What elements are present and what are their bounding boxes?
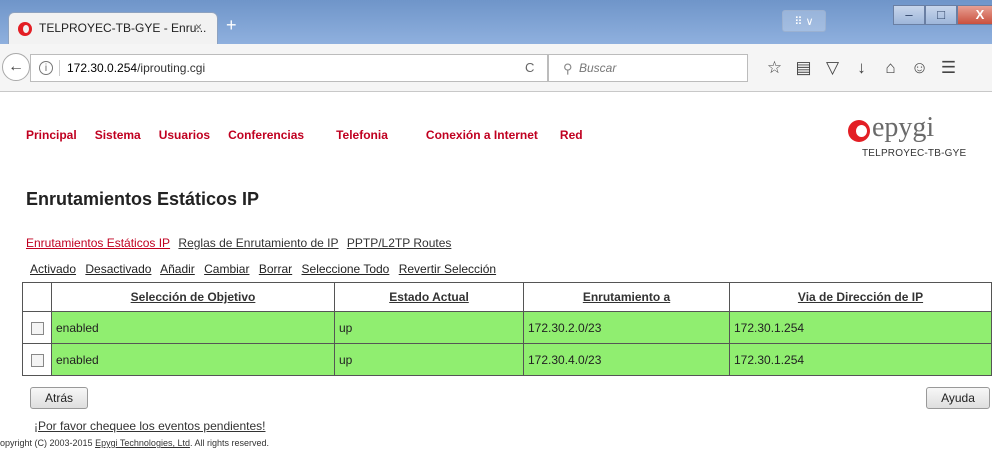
table-row: enabled up 172.30.4.0/23 172.30.1.254: [22, 343, 992, 376]
download-icon[interactable]: ↓: [847, 55, 876, 81]
home-icon[interactable]: ⌂: [876, 55, 905, 81]
change-link[interactable]: Cambiar: [204, 262, 249, 276]
main-menu: Principal Sistema Usuarios Conferencias …: [26, 128, 583, 142]
row-checkbox-cell: [22, 311, 52, 344]
activate-link[interactable]: Activado: [30, 262, 76, 276]
toolbar-icons: ☆ ▤ ▽ ↓ ⌂ ☺ ☰: [760, 55, 963, 81]
routes-table: Selección de Objetivo Estado Actual Enru…: [22, 282, 992, 376]
delete-link[interactable]: Borrar: [259, 262, 292, 276]
column-header-state[interactable]: Estado Actual: [334, 282, 524, 312]
table-header-row: Selección de Objetivo Estado Actual Enru…: [22, 282, 992, 312]
address-bar[interactable]: i 172.30.0.254/iprouting.cgi C: [30, 54, 548, 82]
cell-state: up: [334, 311, 524, 344]
menu-item-red[interactable]: Red: [560, 128, 583, 142]
column-header-target[interactable]: Selección de Objetivo: [51, 282, 335, 312]
url-text: 172.30.0.254/iprouting.cgi: [67, 61, 205, 75]
subtab-bar: Enrutamientos Estáticos IP Reglas de Enr…: [26, 236, 456, 250]
revert-selection-link[interactable]: Revertir Selección: [399, 262, 496, 276]
menu-item-telefonia[interactable]: Telefonia: [336, 128, 388, 142]
logo-text: epygi: [872, 112, 935, 143]
url-separator: [59, 60, 60, 76]
epygi-logo: epygi TELPROYEC-TB-GYE: [848, 112, 988, 164]
menu-icon[interactable]: ☰: [934, 55, 963, 81]
tab-title: TELPROYEC-TB-GYE - Enru...: [39, 21, 207, 35]
cell-state: up: [334, 343, 524, 376]
search-bar[interactable]: ⚲ Buscar: [548, 54, 748, 82]
tab-static-routes[interactable]: Enrutamientos Estáticos IP: [26, 236, 170, 250]
copyright-footer: opyright (C) 2003-2015 Epygi Technologie…: [0, 438, 269, 448]
epygi-favicon-icon: [18, 22, 32, 36]
new-tab-button[interactable]: +: [226, 16, 237, 34]
back-arrow-icon[interactable]: ←: [2, 53, 30, 81]
row-checkbox[interactable]: [30, 321, 44, 335]
tab-routing-rules[interactable]: Reglas de Enrutamiento de IP: [178, 236, 338, 250]
reload-icon[interactable]: C: [525, 60, 534, 75]
navigation-toolbar: ← i 172.30.0.254/iprouting.cgi C ⚲ Busca…: [0, 44, 992, 92]
column-header-route-to[interactable]: Enrutamiento a: [523, 282, 730, 312]
browser-tab[interactable]: TELPROYEC-TB-GYE - Enru... ×: [8, 12, 218, 44]
copyright-suffix: . All rights reserved.: [189, 438, 269, 448]
url-host: 172.30.0.254: [67, 61, 138, 75]
pocket-icon[interactable]: ▽: [818, 55, 847, 81]
checkbox-header: [22, 282, 52, 312]
menu-item-principal[interactable]: Principal: [26, 128, 77, 142]
row-checkbox[interactable]: [30, 353, 44, 367]
smiley-icon[interactable]: ☺: [905, 55, 934, 81]
copyright-prefix: opyright (C) 2003-2015: [0, 438, 96, 448]
table-row: enabled up 172.30.2.0/23 172.30.1.254: [22, 311, 992, 344]
help-button[interactable]: Ayuda: [926, 387, 990, 409]
url-path: /iprouting.cgi: [137, 61, 206, 75]
company-link[interactable]: Epygi Technologies, Ltd: [95, 438, 190, 448]
tab-pptp-l2tp-routes[interactable]: PPTP/L2TP Routes: [347, 236, 452, 250]
info-icon[interactable]: i: [39, 61, 53, 75]
cell-target: enabled: [51, 311, 335, 344]
action-links: Activado Desactivado Añadir Cambiar Borr…: [30, 262, 502, 276]
page-title: Enrutamientos Estáticos IP: [26, 189, 260, 209]
cell-gateway: 172.30.1.254: [729, 311, 992, 344]
menu-item-sistema[interactable]: Sistema: [95, 128, 141, 142]
cell-target: enabled: [51, 343, 335, 376]
epygi-logo-icon: [848, 120, 870, 142]
add-link[interactable]: Añadir: [160, 262, 195, 276]
menu-item-conferencias[interactable]: Conferencias: [228, 128, 304, 142]
device-name: TELPROYEC-TB-GYE: [862, 148, 967, 159]
cell-route-to: 172.30.2.0/23: [523, 311, 730, 344]
reading-list-icon[interactable]: ▤: [789, 55, 818, 81]
row-checkbox-cell: [22, 343, 52, 376]
cell-route-to: 172.30.4.0/23: [523, 343, 730, 376]
page-content: Principal Sistema Usuarios Conferencias …: [0, 92, 992, 457]
tab-groups-dropdown[interactable]: ⠿ ∨: [782, 10, 826, 32]
pending-events-link[interactable]: ¡Por favor chequee los eventos pendiente…: [34, 419, 265, 433]
cell-gateway: 172.30.1.254: [729, 343, 992, 376]
close-window-button[interactable]: X: [957, 5, 992, 25]
maximize-button[interactable]: □: [925, 5, 957, 25]
select-all-link[interactable]: Seleccione Todo: [302, 262, 390, 276]
tab-close-icon[interactable]: ×: [195, 20, 202, 34]
search-placeholder: Buscar: [579, 61, 617, 75]
minimize-button[interactable]: –: [893, 5, 925, 25]
star-icon[interactable]: ☆: [760, 55, 789, 81]
menu-item-usuarios[interactable]: Usuarios: [159, 128, 210, 142]
window-controls: – □ X: [893, 5, 992, 27]
column-header-gateway[interactable]: Via de Dirección de IP: [729, 282, 992, 312]
deactivate-link[interactable]: Desactivado: [85, 262, 151, 276]
menu-item-conexion[interactable]: Conexión a Internet: [426, 128, 538, 142]
search-icon: ⚲: [563, 61, 573, 76]
window-titlebar: TELPROYEC-TB-GYE - Enru... × + ⠿ ∨ – □ X: [0, 0, 992, 44]
back-button[interactable]: Atrás: [30, 387, 88, 409]
